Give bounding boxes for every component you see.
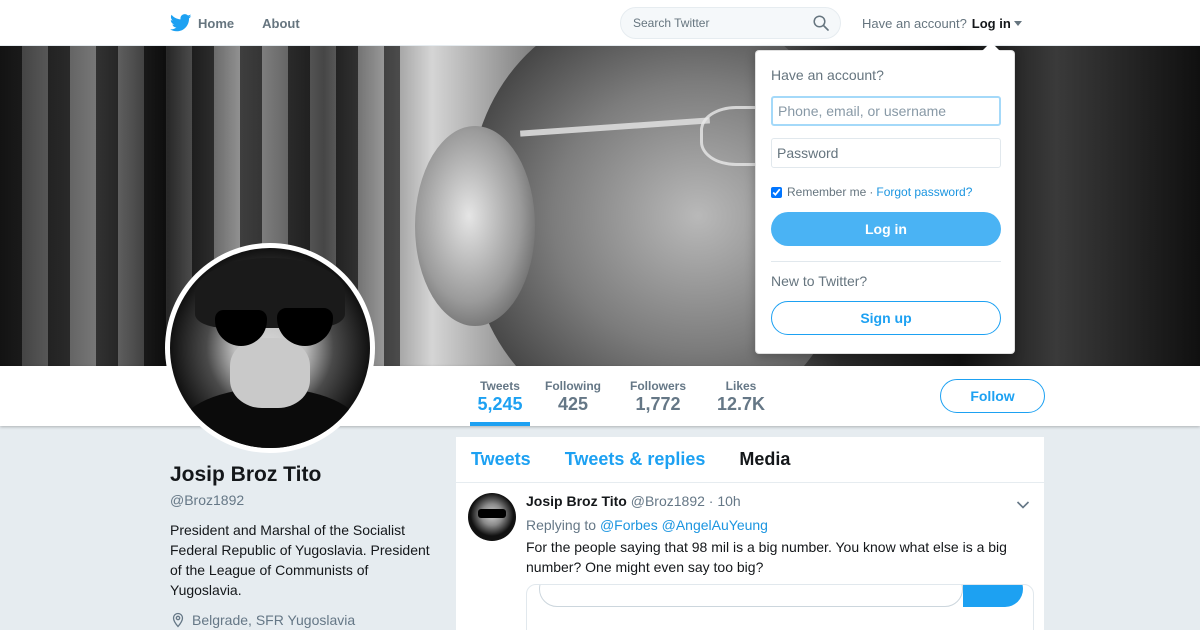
remember-separator: ·	[869, 185, 874, 199]
stat-following[interactable]: Following 425	[545, 366, 601, 426]
home-link[interactable]: Home	[170, 14, 234, 32]
home-link-label: Home	[198, 15, 235, 31]
twitter-bird-icon	[170, 14, 192, 32]
profile-avatar[interactable]	[165, 243, 375, 453]
login-button[interactable]: Log in	[771, 212, 1001, 246]
signup-button[interactable]: Sign up	[771, 301, 1001, 335]
banner-ear	[415, 126, 535, 326]
mention-link[interactable]: @AngelAuYeung	[662, 517, 768, 533]
timeline: Tweets Tweets & replies Media Josip Broz…	[456, 437, 1044, 630]
remember-row: Remember me · Forgot password?	[771, 185, 999, 199]
have-account-text: Have an account?	[862, 15, 967, 31]
media-search-bar	[539, 585, 963, 607]
stat-label: Tweets	[480, 379, 520, 393]
stat-value: 425	[557, 394, 589, 414]
tab-tweets[interactable]: Tweets	[471, 449, 531, 470]
dropdown-divider	[771, 261, 1001, 262]
stat-likes[interactable]: Likes 12.7K	[715, 366, 767, 426]
avatar-face	[230, 338, 310, 408]
remember-me-label[interactable]: Remember me	[787, 185, 866, 199]
tab-tweets-and-replies[interactable]: Tweets & replies	[565, 449, 706, 470]
login-dropdown-title: Have an account?	[771, 67, 884, 83]
stat-tweets[interactable]: Tweets 5,245	[470, 366, 530, 426]
stat-label: Likes	[725, 379, 757, 393]
tweet[interactable]: Josip Broz Tito @Broz1892 · 10h Replying…	[456, 483, 1044, 630]
stat-value: 5,245	[477, 394, 523, 414]
location-pin-icon	[172, 612, 184, 628]
profile-name[interactable]: Josip Broz Tito	[170, 462, 440, 488]
profile-bio: President and Marshal of the Socialist F…	[170, 522, 430, 598]
tweet-media-card[interactable]	[526, 584, 1034, 630]
search-input[interactable]	[621, 8, 801, 38]
replying-to-label: Replying to	[526, 517, 597, 533]
caret-down-icon	[1013, 21, 1022, 26]
stat-value: 1,772	[635, 394, 681, 414]
top-navigation: Home About Have an account? Log in	[0, 0, 1200, 46]
new-to-twitter-text: New to Twitter?	[771, 273, 868, 289]
tweet-text: For the people saying that 98 mil is a b…	[526, 539, 1007, 575]
media-search-button	[963, 585, 1023, 607]
login-toggle-label: Log in	[971, 15, 1011, 31]
login-dropdown-toggle[interactable]: Log in	[972, 16, 1022, 31]
search-icon[interactable]	[813, 15, 829, 36]
stat-label: Following	[545, 379, 601, 393]
password-field[interactable]	[771, 138, 1001, 168]
tweet-header: Josip Broz Tito @Broz1892 · 10h	[526, 493, 1029, 510]
tweet-replying-to: Replying to @Forbes @AngelAuYeung	[526, 517, 1029, 533]
nav-left: Home About	[170, 0, 328, 46]
tab-media[interactable]: Media	[739, 449, 790, 470]
profile-location-text: Belgrade, SFR Yugoslavia	[192, 612, 356, 628]
search-box	[620, 7, 841, 39]
follow-button[interactable]: Follow	[940, 379, 1045, 413]
avatar-image	[170, 248, 370, 448]
profile-card: Josip Broz Tito @Broz1892 President and …	[170, 462, 440, 628]
about-link[interactable]: About	[262, 16, 300, 31]
profile-location: Belgrade, SFR Yugoslavia	[170, 612, 440, 628]
tweet-avatar-sunglasses	[478, 509, 506, 518]
stat-value: 12.7K	[716, 394, 766, 414]
tweet-author-name[interactable]: Josip Broz Tito	[526, 493, 627, 509]
stat-followers[interactable]: Followers 1,772	[630, 366, 686, 426]
login-dropdown: Have an account? Remember me · Forgot pa…	[755, 42, 1015, 354]
remember-me-checkbox[interactable]	[771, 186, 782, 198]
mention-link[interactable]: @Forbes	[600, 517, 658, 533]
tweet-timestamp[interactable]: 10h	[717, 493, 740, 509]
username-field[interactable]	[771, 96, 1001, 126]
tweet-separator: ·	[708, 493, 714, 509]
forgot-password-link[interactable]: Forgot password?	[876, 185, 972, 199]
tweet-avatar[interactable]	[468, 493, 516, 541]
account-area: Have an account? Log in	[862, 0, 1022, 46]
stat-label: Followers	[630, 379, 687, 393]
profile-handle[interactable]: @Broz1892	[170, 492, 440, 508]
chevron-down-icon[interactable]	[1016, 497, 1030, 515]
tweet-author-handle[interactable]: @Broz1892	[631, 493, 705, 509]
timeline-tabs: Tweets Tweets & replies Media	[456, 437, 1044, 483]
